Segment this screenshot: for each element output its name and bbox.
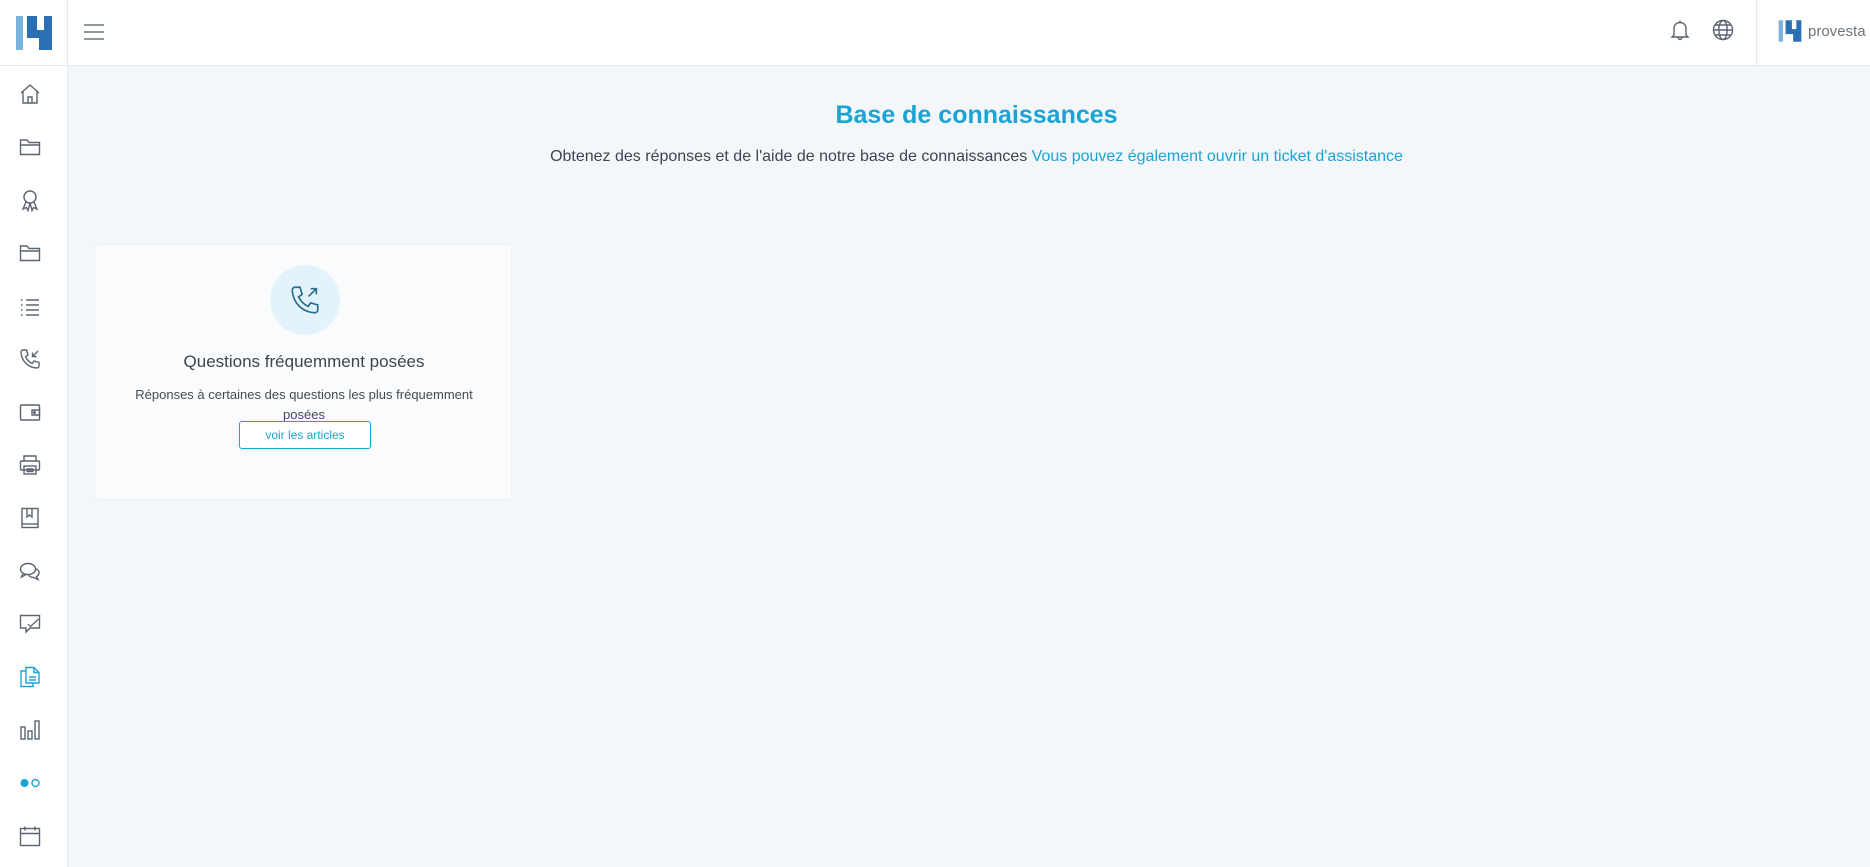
globe-icon bbox=[1712, 19, 1734, 41]
folder-icon bbox=[19, 245, 41, 262]
bar-chart-icon bbox=[20, 720, 40, 740]
sidebar-item-folder[interactable] bbox=[14, 131, 46, 163]
documents-icon bbox=[20, 666, 40, 688]
printer-icon bbox=[19, 455, 41, 475]
header-divider bbox=[1756, 0, 1757, 66]
calendar-icon bbox=[19, 826, 41, 847]
folder-icon bbox=[19, 139, 41, 156]
card-icon-circle bbox=[270, 265, 340, 335]
sidebar-item-home[interactable] bbox=[14, 78, 46, 110]
open-ticket-link[interactable]: Vous pouvez également ouvrir un ticket d… bbox=[1032, 148, 1403, 165]
account-name: provesta bbox=[1808, 22, 1866, 40]
page-title: Base de connaissances bbox=[835, 101, 1118, 129]
message-icon bbox=[19, 614, 41, 634]
brand-logo[interactable] bbox=[0, 0, 68, 66]
sidebar-item-toggle[interactable] bbox=[14, 767, 46, 799]
sidebar-item-list[interactable] bbox=[14, 290, 46, 322]
language-button[interactable] bbox=[1708, 15, 1738, 45]
provesta-logo-icon bbox=[16, 15, 52, 50]
sidebar-item-calendar[interactable] bbox=[14, 820, 46, 852]
list-icon bbox=[21, 299, 39, 316]
sidebar-item-stats[interactable] bbox=[14, 714, 46, 746]
sidebar-item-printer[interactable] bbox=[14, 449, 46, 481]
main-content: Base de connaissances Obtenez des répons… bbox=[68, 66, 1870, 867]
sidebar-item-folder-2[interactable] bbox=[14, 237, 46, 269]
card-description: Réponses à certaines des questions les p… bbox=[135, 387, 473, 422]
phone-outgoing-icon bbox=[291, 286, 319, 314]
sidebar-item-calls[interactable] bbox=[14, 343, 46, 375]
card-title: Questions fréquemment posées bbox=[183, 352, 425, 371]
page-subtitle: Obtenez des réponses et de l'aide de not… bbox=[68, 148, 1870, 166]
view-articles-button[interactable]: voir les articles bbox=[239, 421, 371, 449]
phone-incoming-icon bbox=[20, 349, 40, 369]
sidebar-item-chat[interactable] bbox=[14, 555, 46, 587]
home-icon bbox=[20, 84, 40, 104]
chat-icon bbox=[19, 562, 40, 581]
sidebar-item-wallet[interactable] bbox=[14, 396, 46, 428]
notifications-button[interactable] bbox=[1665, 15, 1695, 45]
sidebar-item-messages[interactable] bbox=[14, 608, 46, 640]
sidebar-item-awards[interactable] bbox=[14, 184, 46, 216]
book-icon bbox=[21, 507, 39, 529]
hamburger-icon bbox=[84, 24, 104, 40]
sidebar bbox=[0, 0, 68, 867]
sidebar-item-book[interactable] bbox=[14, 502, 46, 534]
sidebar-item-documents[interactable] bbox=[14, 661, 46, 693]
account-menu[interactable]: provesta bbox=[1778, 16, 1866, 46]
kb-category-card: Questions fréquemment posées Réponses à … bbox=[94, 244, 512, 500]
wallet-icon bbox=[19, 404, 41, 421]
subtitle-text: Obtenez des réponses et de l'aide de not… bbox=[550, 148, 1028, 165]
top-bar: provesta bbox=[68, 0, 1870, 66]
award-icon bbox=[21, 190, 39, 212]
menu-toggle-button[interactable] bbox=[78, 16, 110, 48]
provesta-avatar-icon bbox=[1778, 20, 1802, 42]
toggle-icon bbox=[20, 778, 40, 788]
bell-icon bbox=[1670, 20, 1690, 41]
